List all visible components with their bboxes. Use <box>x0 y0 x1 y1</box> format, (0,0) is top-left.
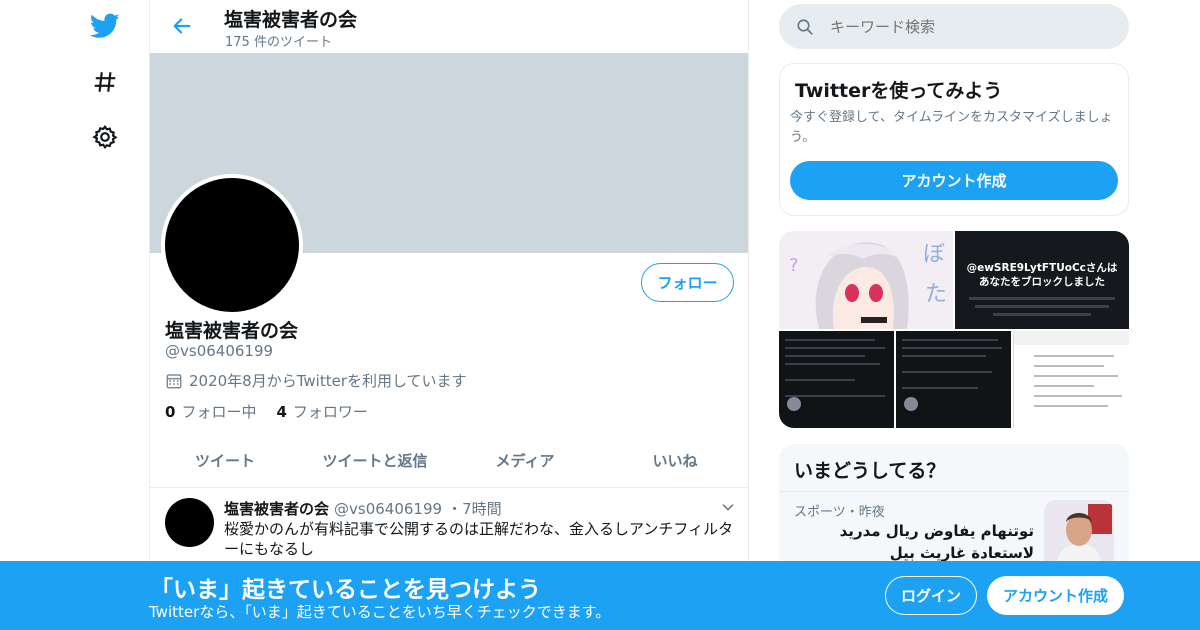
trend-headline-line1: توتنهام يفاوض ريال مدريد <box>839 522 1034 540</box>
media-thumb-illustration[interactable]: ぼ た ? <box>779 231 953 329</box>
bottom-bar-subtitle: Twitterなら、「いま」起きていることをいち早くチェックできます。 <box>149 603 611 621</box>
back-arrow-icon[interactable] <box>166 10 198 42</box>
trends-divider <box>779 491 1129 492</box>
profile-handle: @vs06406199 <box>165 342 274 360</box>
profile-tabs: ツイート ツイートと返信 メディア いいね <box>150 434 748 488</box>
profile-name: 塩害被害者の会 <box>165 320 299 342</box>
bottom-signup-bar: 「いま」起きていることを見つけよう Twitterなら、「いま」起きていることを… <box>0 561 1200 630</box>
following-count: 0 <box>165 403 176 421</box>
search-input[interactable] <box>830 17 1110 36</box>
media-thumb-screenshot-3[interactable] <box>1013 331 1129 428</box>
profile-avatar[interactable] <box>161 174 303 316</box>
search-bar[interactable] <box>779 4 1129 49</box>
tab-tweets[interactable]: ツイート <box>150 434 300 487</box>
search-icon <box>797 18 813 35</box>
bottom-bar-title: 「いま」起きていることを見つけよう <box>150 577 541 603</box>
tab-tweets-replies[interactable]: ツイートと返信 <box>300 434 450 487</box>
svg-text:?: ? <box>789 255 799 276</box>
signup-card-title: Twitterを使ってみよう <box>795 80 1003 102</box>
tweet-author-name[interactable]: 塩害被害者の会 <box>224 498 329 519</box>
profile-stats: 0 フォロー中 4 フォロワー <box>165 401 368 422</box>
calendar-icon <box>166 373 182 388</box>
followers-label: フォロワー <box>292 403 368 421</box>
tweet-text: 桜愛かのんが有料記事で公開するのは正解だわな、金入るしアンチフィルターにもなるし <box>224 520 734 558</box>
trend-thumbnail[interactable] <box>1044 500 1114 570</box>
tab-media[interactable]: メディア <box>450 434 600 487</box>
chevron-down-icon[interactable] <box>720 499 736 519</box>
tweet-count: 175 件のツイート <box>225 35 332 50</box>
trend-meta: スポーツ・昨夜 <box>794 505 885 520</box>
following-link[interactable]: 0 フォロー中 <box>165 401 256 422</box>
profile-header-bar: 塩害被害者の会 175 件のツイート <box>150 0 748 53</box>
tweet-item[interactable]: 塩害被害者の会 @vs06406199 ・ 7時間 桜愛かのんが有料記事で公開す… <box>150 489 748 569</box>
media-thumb-block-notice[interactable]: @ewSRE9LytFTUoCcさんは あなたをブロックしました <box>955 231 1129 329</box>
gear-icon[interactable] <box>85 117 125 157</box>
hashtag-icon[interactable] <box>85 62 125 102</box>
tweet-author-handle[interactable]: @vs06406199 <box>334 500 442 518</box>
login-button[interactable]: ログイン <box>885 576 977 615</box>
twitter-logo-icon[interactable] <box>85 6 125 46</box>
tweet-avatar[interactable] <box>165 498 214 547</box>
joined-text: 2020年8月からTwitterを利用しています <box>189 372 467 390</box>
profile-column: 塩害被害者の会 175 件のツイート フォロー 塩害被害者の会 @vs06406… <box>149 0 749 630</box>
followers-link[interactable]: 4 フォロワー <box>276 401 367 422</box>
signup-card: Twitterを使ってみよう 今すぐ登録して、タイムラインをカスタマイズしましょ… <box>779 63 1129 216</box>
illustration-image: ぼ た ? <box>779 231 953 329</box>
svg-text:ぼ: ぼ <box>923 242 945 267</box>
tweet-time[interactable]: 7時間 <box>462 498 502 519</box>
media-thumb-screenshot-2[interactable] <box>896 331 1011 428</box>
create-account-button[interactable]: アカウント作成 <box>790 161 1118 200</box>
svg-text:た: た <box>925 282 947 307</box>
tweet-separator: ・ <box>447 500 463 518</box>
left-nav <box>80 0 130 630</box>
trend-headline[interactable]: توتنهام يفاوض ريال مدريد لاستعادة غاريث … <box>794 520 1034 564</box>
trends-title: いまどうしてる？ <box>794 460 946 482</box>
following-label: フォロー中 <box>181 403 257 421</box>
followers-count: 4 <box>276 403 287 421</box>
follow-button[interactable]: フォロー <box>641 263 734 302</box>
tab-likes[interactable]: いいね <box>600 434 748 487</box>
media-thumb-screenshot-1[interactable] <box>779 331 894 428</box>
page-title: 塩害被害者の会 <box>224 9 358 31</box>
signup-card-description: 今すぐ登録して、タイムラインをカスタマイズしましょう。 <box>790 110 1113 145</box>
media-grid: ぼ た ? @ewSRE9LytFTUoCcさんは あなたをブロックしました <box>779 231 1129 428</box>
block-notice-line2: あなたをブロックしました <box>979 276 1105 288</box>
tweet-header: 塩害被害者の会 @vs06406199 ・ 7時間 <box>224 498 502 519</box>
signup-button[interactable]: アカウント作成 <box>987 576 1124 615</box>
profile-joined: 2020年8月からTwitterを利用しています <box>165 370 467 391</box>
block-notice-line1: @ewSRE9LytFTUoCcさんは <box>966 262 1118 274</box>
